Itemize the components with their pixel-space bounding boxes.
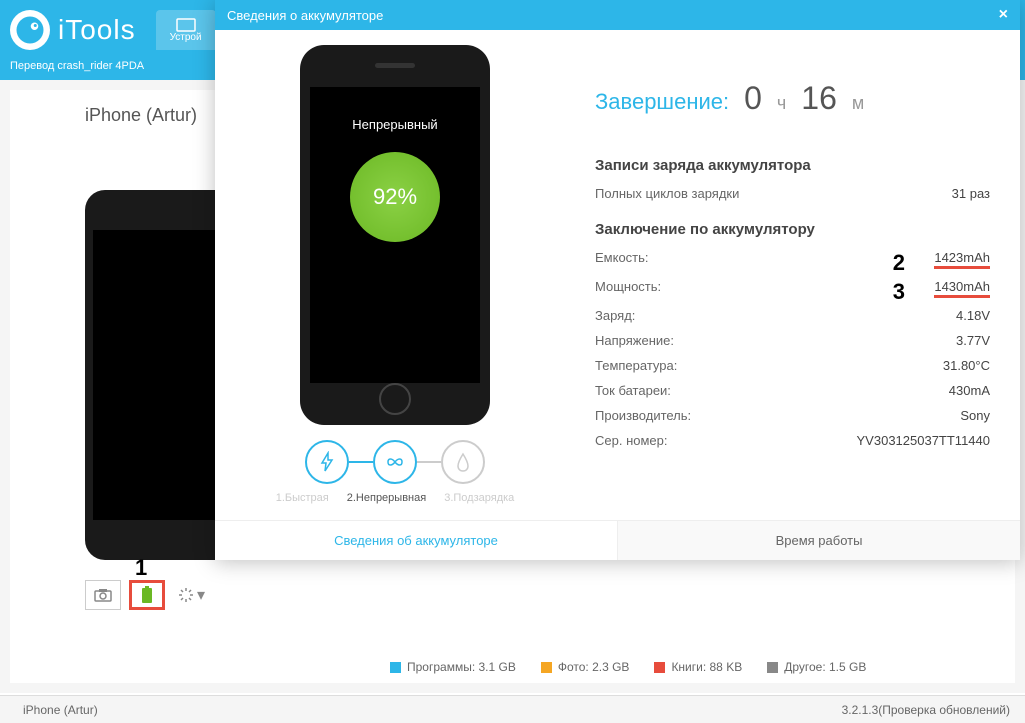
logo-icon [10,10,50,50]
legend-other: Другое: 1.5 GB [767,660,866,674]
battery-button[interactable] [129,580,165,610]
infinity-icon[interactable] [373,440,417,484]
stat-cycles: Полных циклов зарядки 31 раз [595,186,990,201]
modal-phone-mockup: Непрерывный 92% [300,45,490,425]
records-title: Записи заряда аккумулятора [595,157,990,174]
battery-info-modal: Сведения о аккумуляторе × Непрерывный 92… [215,0,1020,560]
completion-time: Завершение: 0 ч 16 м [595,80,990,117]
status-bar: iPhone (Artur) 3.2.1.3(Проверка обновлен… [0,695,1025,723]
modal-title: Сведения о аккумуляторе [227,8,383,23]
modal-footer-tabs: Сведения об аккумуляторе Время работы [215,520,1020,560]
tab-battery-info[interactable]: Сведения об аккумуляторе [215,521,617,560]
stat-serial: Сер. номер:YV303125037TT11440 [595,433,990,448]
lightning-icon[interactable] [305,440,349,484]
mode-fast-label: 1.Быстрая [276,492,329,504]
mode-continuous-label: 2.Непрерывная [347,492,426,504]
status-device: iPhone (Artur) [23,703,98,717]
modal-header: Сведения о аккумуляторе × [215,0,1020,30]
drop-icon[interactable] [441,440,485,484]
annotation-2: 2 [893,250,905,276]
mode-trickle-label: 3.Подзарядка [444,492,514,504]
stat-power: Мощность: 3 1430mAh [595,279,990,298]
stat-mfr: Производитель:Sony [595,408,990,423]
logo-area: iTools [10,10,136,50]
app-name: iTools [58,14,136,46]
charge-mode-labels: 1.Быстрая 2.Непрерывная 3.Подзарядка [276,492,515,504]
stat-temp: Температура:31.80°C [595,358,990,373]
device-toolbar: ▾ [85,580,209,610]
annotation-1: 1 [135,555,147,581]
modal-left-panel: Непрерывный 92% 1.Быстрая 2.Непрерывная … [215,30,575,520]
nav-device-tab[interactable]: Устрой [156,10,216,50]
refresh-button[interactable]: ▾ [173,580,209,610]
modal-right-panel: Завершение: 0 ч 16 м Записи заряда аккум… [575,30,1020,520]
legend-books: Книги: 88 KB [654,660,742,674]
conclusion-title: Заключение по аккумулятору [595,221,990,238]
charge-mode-label: Непрерывный [352,117,437,132]
stat-current: Ток батареи:430mA [595,383,990,398]
stat-voltage: Напряжение:3.77V [595,333,990,348]
legend-apps: Программы: 3.1 GB [390,660,516,674]
completion-minutes: 16 [801,80,837,117]
close-icon[interactable]: × [999,6,1008,24]
tab-runtime[interactable]: Время работы [617,521,1020,560]
legend-photos: Фото: 2.3 GB [541,660,630,674]
battery-percent-circle: 92% [350,152,440,242]
charge-mode-icons [305,440,485,484]
screenshot-button[interactable] [85,580,121,610]
completion-hours: 0 [744,80,762,117]
annotation-3: 3 [893,279,905,305]
stat-charge: Заряд:4.18V [595,308,990,323]
stat-capacity: Емкость: 2 1423mAh [595,250,990,269]
completion-label: Завершение: [595,89,729,115]
status-version[interactable]: 3.2.1.3(Проверка обновлений) [842,703,1010,717]
